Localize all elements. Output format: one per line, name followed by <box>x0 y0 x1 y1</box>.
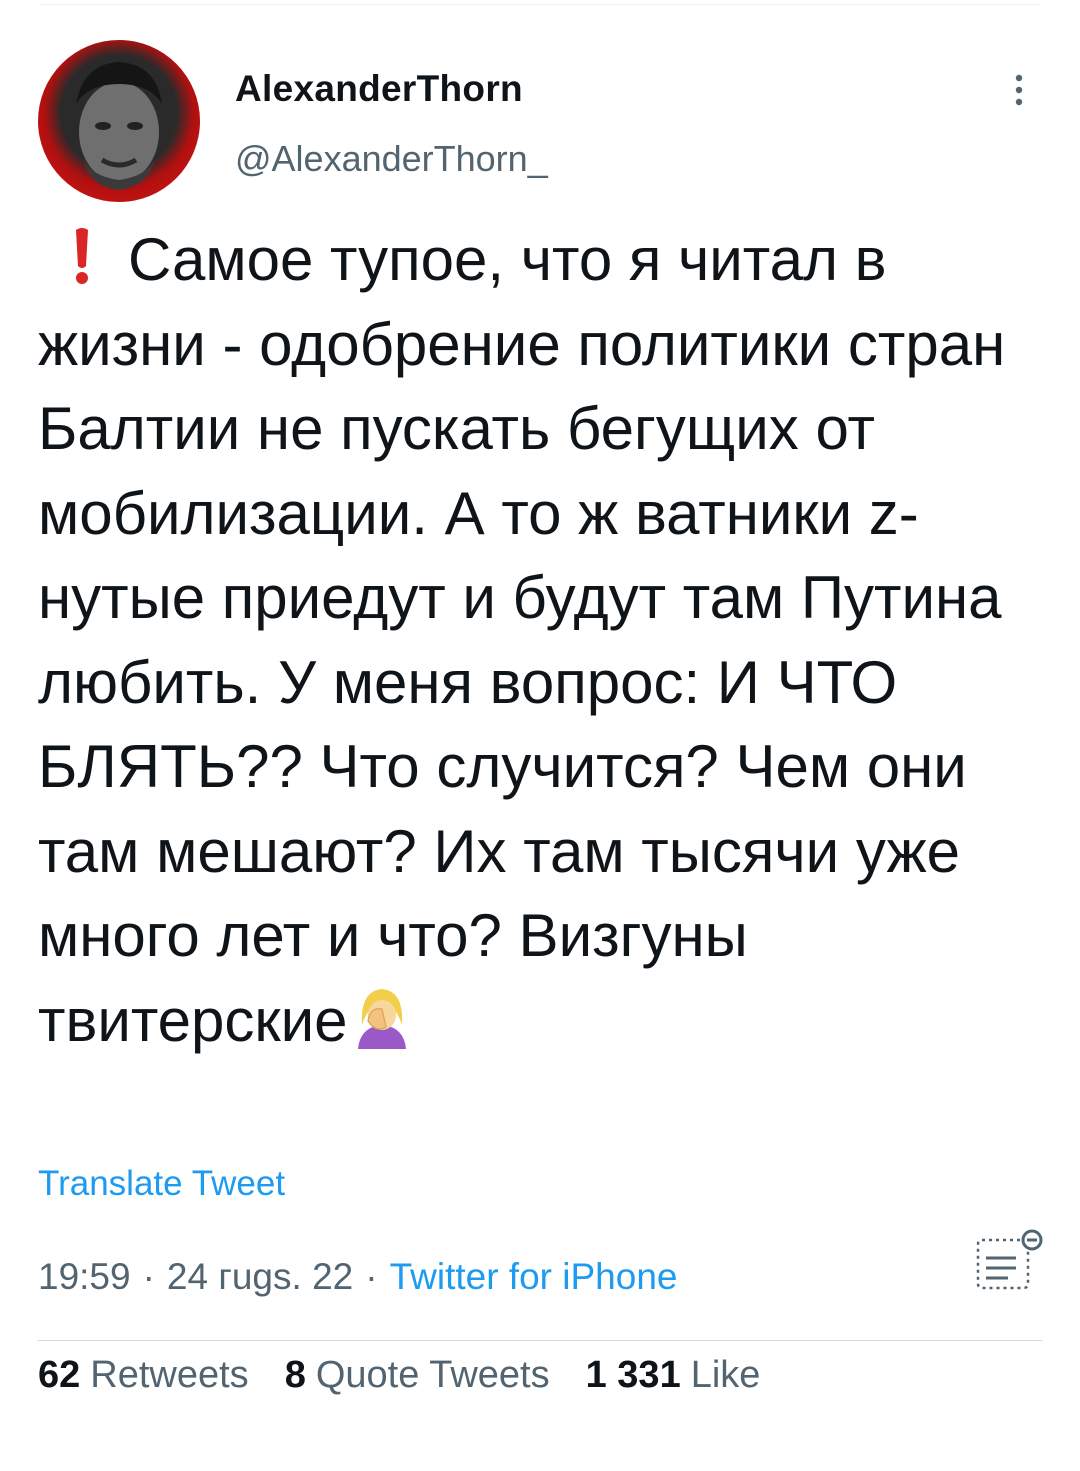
tweet-source-link[interactable]: Twitter for iPhone <box>390 1256 678 1297</box>
quote-tweets-stat[interactable]: 8 Quote Tweets <box>285 1350 550 1400</box>
author-display-name[interactable]: AlexanderThorn <box>235 68 523 110</box>
likes-count: 1 331 <box>585 1354 681 1396</box>
avatar-image <box>76 62 162 190</box>
woman-facepalming-icon <box>357 988 406 1049</box>
red-exclamation-icon <box>76 228 88 284</box>
tweet-text: Самое тупое, что я читал в жизни - одобр… <box>38 226 1022 1054</box>
tweet-metadata: 19:59 · 24 гugs. 22 · Twitter for iPhone <box>38 1256 677 1298</box>
engagement-stats: 62 Retweets 8 Quote Tweets 1 331 Like <box>38 1350 796 1400</box>
quote-tweets-count: 8 <box>284 1354 306 1396</box>
retweets-stat[interactable]: 62 Retweets <box>38 1350 249 1400</box>
likes-label: Like <box>690 1354 761 1396</box>
translate-tweet-link[interactable]: Translate Tweet <box>38 1164 285 1204</box>
likes-stat[interactable]: 1 331 Like <box>586 1350 761 1400</box>
tweet-time[interactable]: 19:59 <box>38 1256 131 1297</box>
tweet-date[interactable]: 24 гugs. 22 <box>167 1256 353 1297</box>
stats-divider <box>38 1340 1042 1341</box>
retweets-count: 62 <box>38 1354 81 1396</box>
tweet-analytics-icon[interactable] <box>972 1226 1048 1294</box>
more-options-icon[interactable] <box>1004 70 1034 110</box>
quote-tweets-label: Quote Tweets <box>315 1354 550 1396</box>
meta-separator: · <box>142 1256 155 1297</box>
meta-separator: · <box>365 1256 378 1297</box>
avatar[interactable] <box>38 40 200 202</box>
top-divider <box>40 4 1040 5</box>
tweet-body: Самое тупое, что я читал в жизни - одобр… <box>38 218 1038 1063</box>
author-handle[interactable]: @AlexanderThorn_ <box>235 138 548 180</box>
retweets-label: Retweets <box>90 1354 249 1396</box>
